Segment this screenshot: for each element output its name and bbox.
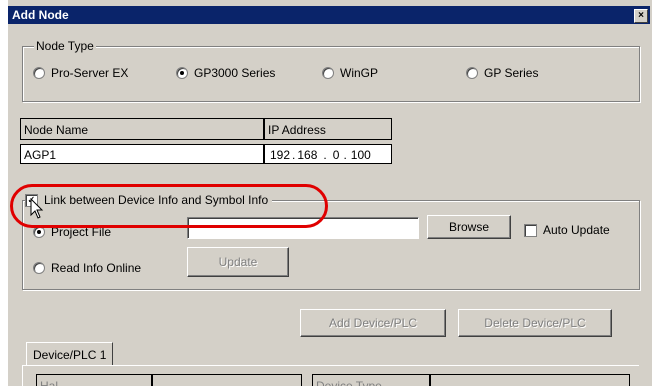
node-name-header: Node Name bbox=[20, 118, 264, 140]
ip-octet-2: 168 bbox=[297, 148, 318, 162]
radio-label: GP Series bbox=[484, 66, 539, 80]
ip-address-header: IP Address bbox=[264, 118, 392, 140]
highlight-annotation bbox=[10, 184, 328, 228]
radio-label: WinGP bbox=[340, 66, 379, 80]
tab-device-plc-1[interactable]: Device/PLC 1 bbox=[26, 342, 114, 366]
checkbox-box bbox=[524, 223, 537, 237]
radio-label: Read Info Online bbox=[51, 261, 142, 275]
radio-indicator bbox=[322, 67, 334, 79]
ip-dot: . bbox=[323, 148, 327, 162]
add-device-plc-button[interactable]: Add Device/PLC bbox=[300, 309, 446, 337]
update-button[interactable]: Update bbox=[187, 247, 289, 277]
radio-label: GP3000 Series bbox=[194, 66, 276, 80]
bottom-header-field bbox=[430, 374, 630, 386]
title-bar[interactable]: Add Node × bbox=[8, 6, 650, 24]
background-strip bbox=[0, 0, 8, 386]
ip-octet-1: 192 bbox=[270, 148, 291, 162]
radio-label: Pro-Server EX bbox=[51, 66, 129, 80]
radio-gp-series[interactable]: GP Series bbox=[466, 66, 538, 80]
add-node-dialog: Add Node × Node Type Pro-Server EX GP300… bbox=[0, 0, 652, 386]
bottom-header-field bbox=[152, 374, 302, 386]
radio-read-info-online[interactable]: Read Info Online bbox=[33, 261, 141, 275]
ip-dot: . bbox=[343, 148, 347, 162]
bottom-header-device-type: Device Type bbox=[312, 374, 430, 386]
radio-indicator-selected bbox=[176, 67, 188, 79]
mouse-cursor-icon bbox=[30, 198, 44, 219]
window-title: Add Node bbox=[12, 8, 69, 22]
radio-indicator bbox=[33, 67, 45, 79]
ip-address-field[interactable]: 192. 168. 0. 100 bbox=[264, 144, 392, 164]
radio-indicator bbox=[33, 262, 45, 274]
radio-pro-server-ex[interactable]: Pro-Server EX bbox=[33, 66, 128, 80]
auto-update-checkbox[interactable]: Auto Update bbox=[524, 223, 610, 237]
radio-gp3000-series[interactable]: GP3000 Series bbox=[176, 66, 275, 80]
radio-indicator bbox=[466, 67, 478, 79]
node-name-field[interactable]: AGP1 bbox=[20, 144, 264, 164]
radio-wingp[interactable]: WinGP bbox=[322, 66, 378, 80]
auto-update-label: Auto Update bbox=[543, 223, 610, 237]
delete-device-plc-button[interactable]: Delete Device/PLC bbox=[458, 309, 612, 337]
ip-octet-4: 100 bbox=[350, 148, 371, 162]
browse-button[interactable]: Browse bbox=[427, 215, 511, 239]
close-icon[interactable]: × bbox=[634, 9, 648, 23]
node-type-legend: Node Type bbox=[34, 39, 96, 53]
bottom-header-hal: Hal bbox=[36, 374, 152, 386]
